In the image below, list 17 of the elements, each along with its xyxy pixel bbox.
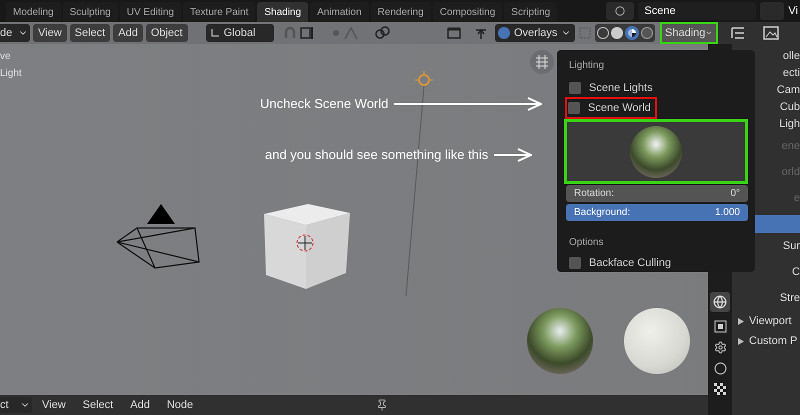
property-label: Sur (782, 239, 800, 254)
property-label: Stre (780, 291, 800, 306)
checkbox-label: Backface Culling (589, 256, 671, 271)
checkbox-label: Scene Lights (589, 80, 653, 96)
section-heading: Lighting (568, 59, 606, 73)
slider-label: Background: (574, 206, 630, 220)
property-label: C (792, 265, 800, 280)
annotation-text: and you should see something like this (265, 146, 488, 164)
viewport-info-text: Light (0, 67, 22, 81)
checkbox-label: Scene World (588, 100, 651, 116)
annotation-text: Uncheck Scene World (260, 95, 388, 113)
section-heading: Options (568, 236, 604, 250)
slider-value: 1.000 (714, 206, 740, 220)
view-layer-label: Vi (788, 4, 799, 19)
field-label: Rotation: (574, 187, 614, 202)
viewport-info-text: ve (0, 50, 12, 64)
field-value: 0° (730, 187, 740, 202)
